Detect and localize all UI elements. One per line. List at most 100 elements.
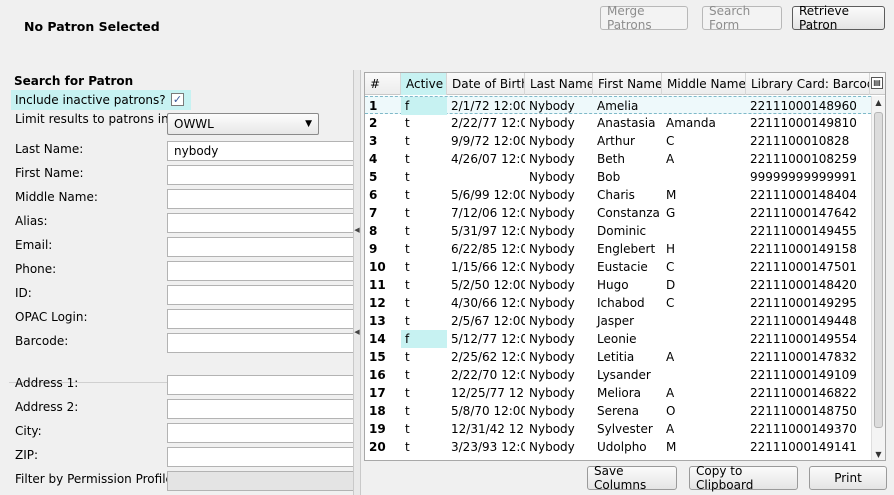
panel-splitter[interactable]: ◀ ◀	[353, 70, 361, 495]
opac-login-input[interactable]	[167, 309, 353, 329]
row-active: t	[405, 296, 410, 310]
row-dob: 12/31/42 12:...	[451, 422, 525, 436]
address1-input[interactable]	[167, 375, 353, 395]
row-first-name: Constanza	[597, 206, 660, 220]
table-row[interactable]: 5 t Nybody Bob 99999999999991	[365, 168, 871, 186]
column-header-active[interactable]: Active	[401, 73, 447, 95]
row-last-name: Nybody	[529, 224, 575, 238]
row-last-name: Nybody	[529, 99, 575, 113]
table-row[interactable]: 9 t 6/22/85 12:0... Nybody Englebert H 2211100…	[365, 240, 871, 258]
address2-input[interactable]	[167, 399, 353, 419]
row-middle-name	[662, 366, 746, 384]
table-row[interactable]: 7 t 7/12/06 12:0... Nybody Constanza G 2211100…	[365, 204, 871, 222]
collapse-left-icon-lower[interactable]: ◀	[354, 328, 360, 336]
row-dob: 5/6/99 12:00...	[451, 188, 525, 202]
id-input[interactable]	[167, 285, 353, 305]
row-barcode: 22111000149554	[750, 332, 857, 346]
include-inactive-checkbox[interactable]: ✓	[171, 93, 184, 106]
table-row[interactable]: 2 t 2/22/77 12:0... Nybody Anastasia Amanda 22…	[365, 114, 871, 132]
row-number: 17	[369, 386, 386, 400]
row-barcode: 22111000148750	[750, 404, 857, 418]
row-first-name: Eustacie	[597, 260, 648, 274]
scroll-thumb[interactable]	[874, 112, 883, 428]
table-row[interactable]: 18 t 5/8/70 12:00... Nybody Serena O 221110001…	[365, 402, 871, 420]
last-name-input[interactable]	[167, 141, 353, 161]
row-active: t	[405, 206, 410, 220]
row-barcode: 22111000149370	[750, 422, 857, 436]
search-form-button[interactable]: Search Form	[702, 4, 782, 32]
row-first-name: Letitia	[597, 350, 635, 364]
table-row[interactable]: 8 t 5/31/97 12:0... Nybody Dominic 2211100014…	[365, 222, 871, 240]
phone-input[interactable]	[167, 261, 353, 281]
column-header-barcode[interactable]: Library Card: Barcode	[746, 73, 870, 95]
row-last-name: Nybody	[529, 440, 575, 454]
row-first-name: Serena	[597, 404, 640, 418]
column-header-number[interactable]: #	[365, 73, 401, 95]
row-active: f	[401, 330, 447, 348]
retrieve-patron-button[interactable]: Retrieve Patron	[792, 4, 885, 32]
table-row[interactable]: 10 t 1/15/66 12:0... Nybody Eustacie C 2211100…	[365, 258, 871, 276]
row-active: t	[405, 224, 410, 238]
city-input[interactable]	[167, 423, 353, 443]
scroll-up-icon[interactable]: ▲	[872, 96, 885, 110]
row-number: 19	[369, 422, 386, 436]
table-row[interactable]: 1 f 2/1/72 12:00... Nybody Amelia 22111000148…	[365, 96, 871, 115]
alias-input[interactable]	[167, 213, 353, 233]
barcode-input[interactable]	[167, 333, 353, 353]
patron-status-title: No Patron Selected	[24, 19, 160, 34]
row-middle-name: A	[666, 350, 675, 364]
row-last-name: Nybody	[529, 152, 575, 166]
table-row[interactable]: 15 t 2/25/62 12:0... Nybody Letitia A 22111000…	[365, 348, 871, 366]
merge-patrons-button[interactable]: Merge Patrons	[600, 4, 688, 32]
row-first-name: Beth	[597, 152, 625, 166]
row-active: t	[405, 386, 410, 400]
row-barcode: 22111000149448	[750, 314, 857, 328]
row-last-name: Nybody	[529, 242, 575, 256]
row-last-name: Nybody	[529, 206, 575, 220]
table-row[interactable]: 20 t 3/23/93 12:0... Nybody Udolpho M 22111000…	[365, 438, 871, 456]
limit-results-label: Limit results to patrons in	[15, 112, 169, 126]
row-number: 15	[369, 350, 386, 364]
middle-name-input[interactable]	[167, 189, 353, 209]
table-row[interactable]: 3 t 9/9/72 12:00... Nybody Arthur C 2211100010…	[365, 132, 871, 150]
row-first-name: Jasper	[597, 314, 635, 328]
table-row[interactable]: 19 t 12/31/42 12:... Nybody Sylvester A 221110…	[365, 420, 871, 438]
column-header-first-name[interactable]: First Name	[593, 73, 662, 95]
scroll-down-icon[interactable]: ▼	[872, 448, 885, 460]
row-dob: 2/1/72 12:00...	[451, 99, 525, 113]
table-row[interactable]: 17 t 12/25/77 12:... Nybody Meliora A 22111000…	[365, 384, 871, 402]
column-header-last-name[interactable]: Last Name	[525, 73, 593, 95]
grid-scrollbar[interactable]: ▲ ▼	[871, 96, 885, 460]
row-last-name: Nybody	[529, 188, 575, 202]
row-first-name: Anastasia	[597, 116, 656, 130]
table-row[interactable]: 12 t 4/30/66 12:0... Nybody Ichabod C 22111000…	[365, 294, 871, 312]
zip-input[interactable]	[167, 447, 353, 467]
first-name-input[interactable]	[167, 165, 353, 185]
column-header-dob[interactable]: Date of Birth	[447, 73, 525, 95]
copy-to-clipboard-button[interactable]: Copy to Clipboard	[689, 464, 798, 492]
table-row[interactable]: 14 f 5/12/77 12:0... Nybody Leonie 2211100014…	[365, 330, 871, 348]
table-row[interactable]: 11 t 5/2/50 12:00... Nybody Hugo D 22111000148…	[365, 276, 871, 294]
table-row[interactable]: 4 t 4/26/07 12:0... Nybody Beth A 221110001082…	[365, 150, 871, 168]
row-middle-name: C	[666, 134, 675, 148]
permission-profile-select[interactable]	[167, 471, 353, 491]
search-section-title: Search for Patron	[14, 74, 134, 88]
row-first-name: Dominic	[597, 224, 647, 238]
row-number: 1	[369, 99, 378, 113]
table-row[interactable]: 13 t 2/5/67 12:00... Nybody Jasper 2211100014…	[365, 312, 871, 330]
row-last-name: Nybody	[529, 368, 575, 382]
save-columns-button[interactable]: Save Columns	[587, 464, 677, 492]
row-first-name: Englebert	[597, 242, 656, 256]
include-inactive-row[interactable]: Include inactive patrons? ✓	[11, 90, 191, 110]
column-header-middle-name[interactable]: Middle Name	[662, 73, 746, 95]
row-barcode: 22111000146822	[750, 386, 857, 400]
row-active: t	[405, 188, 410, 202]
column-picker-icon[interactable]: ▤	[871, 77, 883, 89]
table-row[interactable]: 6 t 5/6/99 12:00... Nybody Charis M 2211100014…	[365, 186, 871, 204]
collapse-left-icon[interactable]: ◀	[354, 226, 360, 234]
table-row[interactable]: 16 t 2/22/70 12:0... Nybody Lysander 22111000…	[365, 366, 871, 384]
limit-results-select[interactable]: OWWL ▼	[167, 113, 319, 135]
row-barcode: 22111000149158	[750, 242, 857, 256]
email-input[interactable]	[167, 237, 353, 257]
print-button[interactable]: Print	[809, 466, 887, 490]
